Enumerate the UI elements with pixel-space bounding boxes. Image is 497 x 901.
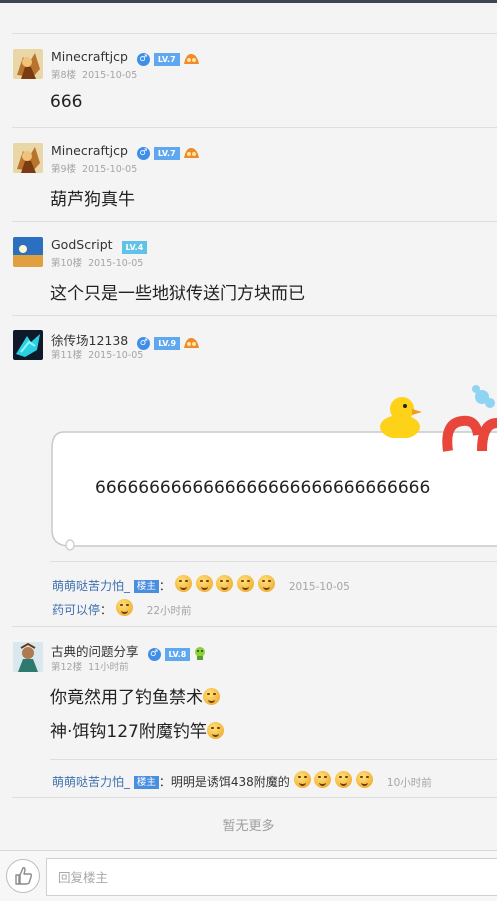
- smile-emoji-icon: [115, 599, 133, 616]
- floor-number: 第11楼: [51, 350, 83, 361]
- divider: [12, 626, 497, 627]
- divider: [12, 127, 497, 128]
- post-meta: 第11楼 2015-10-05: [51, 347, 149, 361]
- smile-emoji-icon: [195, 575, 213, 592]
- post-content: 这个只是一些地狱传送门方块而已: [50, 284, 305, 304]
- user-avatar[interactable]: [13, 49, 43, 79]
- commenter-name[interactable]: 药可以停: [52, 603, 100, 617]
- commenter-name[interactable]: 萌萌哒苦力怕_: [52, 775, 130, 789]
- username-text[interactable]: 古典的问题分享: [51, 644, 139, 659]
- post-date: 2015-10-05: [88, 258, 144, 269]
- male-gender-icon: ♂: [136, 53, 150, 66]
- divider: [50, 561, 497, 562]
- comment-time: 10小时前: [386, 777, 432, 789]
- reply-input[interactable]: [56, 869, 360, 886]
- divider: [12, 221, 497, 222]
- divider: [50, 759, 497, 760]
- like-button[interactable]: [6, 859, 40, 893]
- level-badge: LV.8: [164, 648, 191, 661]
- comment-row[interactable]: 萌萌哒苦力怕_ 楼主 ：明明是诱饵438附魔的 10小时前: [52, 771, 432, 790]
- comment-separator: ：: [158, 579, 171, 593]
- post-date: 2015-10-05: [82, 164, 138, 175]
- post-meta: 第8楼 2015-10-05: [51, 67, 143, 81]
- divider: [12, 33, 497, 34]
- male-gender-icon: ♂: [136, 147, 150, 160]
- username-text[interactable]: Minecraftjcp: [51, 143, 128, 158]
- content-text: 你竟然用了钓鱼禁术: [50, 688, 203, 708]
- comment-separator: ：: [158, 775, 171, 789]
- post-content: 葫芦狗真牛: [50, 190, 135, 210]
- smile-emoji-icon: [174, 575, 192, 592]
- floor-number: 第9楼: [51, 164, 77, 175]
- post-content: 666: [50, 92, 83, 112]
- duck-sticker-icon: [378, 393, 428, 442]
- floor-number: 第10楼: [51, 258, 83, 269]
- username[interactable]: Minecraftjcp ♂ LV.7: [51, 143, 200, 162]
- username[interactable]: GodScript LV.4: [51, 237, 148, 254]
- comment-row[interactable]: 萌萌哒苦力怕_ 楼主： 2015-10-05: [52, 575, 350, 594]
- comment-row[interactable]: 药可以停： 22小时前: [52, 599, 192, 618]
- username[interactable]: Minecraftjcp ♂ LV.7: [51, 49, 200, 68]
- post-content-line: 神·饵钩127附魔钓竿: [50, 717, 224, 742]
- no-more-label: 暂无更多: [222, 819, 275, 834]
- smile-emoji-icon: [314, 771, 332, 788]
- reply-box[interactable]: [46, 858, 497, 896]
- post-date: 11小时前: [88, 662, 129, 673]
- floor-number: 第8楼: [51, 70, 77, 81]
- post-meta: 第9楼 2015-10-05: [51, 161, 143, 175]
- achievement-creeper-icon: [193, 646, 208, 663]
- username-text[interactable]: 徐传场12138: [51, 333, 128, 348]
- smile-emoji-icon: [258, 575, 276, 592]
- floor-number: 第12楼: [51, 662, 83, 673]
- post-date: 2015-10-05: [88, 350, 144, 361]
- post-date: 2015-10-05: [82, 70, 138, 81]
- divider: [12, 797, 497, 798]
- post-meta: 第12楼 11小时前: [51, 659, 135, 673]
- comment-text: 明明是诱饵438附魔的: [170, 775, 290, 789]
- username-text[interactable]: GodScript: [51, 237, 113, 252]
- top-bar-edge: [0, 0, 497, 3]
- reply-bar: [0, 850, 497, 901]
- achievement-hat-icon: [183, 336, 200, 352]
- username-text[interactable]: Minecraftjcp: [51, 49, 128, 64]
- thumbs-up-icon: [15, 867, 33, 885]
- user-avatar[interactable]: [13, 237, 43, 267]
- smile-emoji-icon: [206, 722, 224, 739]
- bubble-text: 6666666666666666666666666666666: [95, 478, 431, 498]
- smile-emoji-icon: [356, 771, 374, 788]
- post-meta: 第10楼 2015-10-05: [51, 255, 149, 269]
- achievement-hat-icon: [183, 52, 200, 68]
- level-badge: LV.7: [153, 147, 180, 160]
- user-avatar[interactable]: [13, 642, 43, 672]
- bath-pipe-icon: [442, 383, 497, 457]
- post-content-line: 你竟然用了钓鱼禁术: [50, 683, 220, 708]
- smile-emoji-icon: [237, 575, 255, 592]
- comment-separator: ：: [100, 603, 113, 617]
- user-avatar[interactable]: [13, 330, 43, 360]
- male-gender-icon: ♂: [147, 648, 161, 661]
- content-text: 神·饵钩127附魔钓竿: [50, 722, 207, 742]
- level-badge: LV.9: [154, 337, 181, 350]
- speech-bubble: 6666666666666666666666666666666: [50, 430, 497, 551]
- level-badge: LV.7: [153, 53, 180, 66]
- smile-emoji-icon: [335, 771, 353, 788]
- comment-time: 2015-10-05: [288, 581, 350, 593]
- commenter-name[interactable]: 萌萌哒苦力怕_: [52, 579, 130, 593]
- smile-emoji-icon: [293, 771, 311, 788]
- divider: [12, 315, 497, 316]
- smile-emoji-icon: [203, 688, 220, 705]
- comment-time: 22小时前: [146, 605, 192, 617]
- smile-emoji-icon: [216, 575, 234, 592]
- op-badge: 楼主: [133, 580, 159, 593]
- level-badge: LV.4: [121, 241, 148, 254]
- user-avatar[interactable]: [13, 143, 43, 173]
- op-badge: 楼主: [133, 776, 159, 789]
- achievement-hat-icon: [183, 146, 200, 162]
